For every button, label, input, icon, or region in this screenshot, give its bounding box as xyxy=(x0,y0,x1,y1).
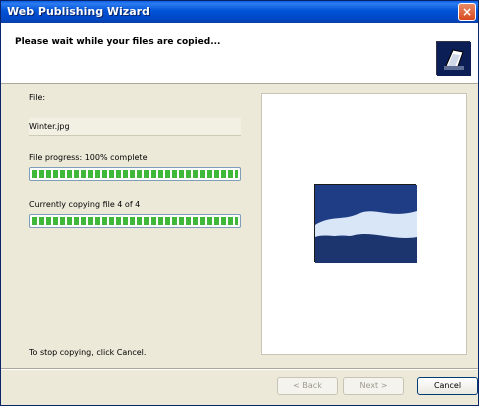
winter-thumbnail xyxy=(314,184,417,263)
cancel-button[interactable]: Cancel xyxy=(417,377,478,395)
file-progress-bar xyxy=(29,167,241,181)
window-title: Web Publishing Wizard xyxy=(7,5,150,18)
title-bar[interactable]: Web Publishing Wizard × xyxy=(1,1,478,23)
header-title: Please wait while your files are copied.… xyxy=(15,37,221,47)
file-label: File: xyxy=(29,93,46,102)
wizard-header: Please wait while your files are copied.… xyxy=(1,23,478,84)
file-value-box: Winter.jpg xyxy=(29,118,241,136)
file-progress-label: File progress: 100% complete xyxy=(29,153,148,162)
file-name: Winter.jpg xyxy=(29,122,70,131)
copy-status-panel: File: Winter.jpg File progress: 100% com… xyxy=(29,93,244,363)
publishing-icon xyxy=(436,41,471,76)
overall-progress-fill xyxy=(32,217,238,225)
close-button[interactable]: × xyxy=(458,3,476,21)
footer-divider xyxy=(1,368,478,370)
web-publishing-wizard-window: Web Publishing Wizard × Please wait whil… xyxy=(0,0,479,406)
overall-progress-bar xyxy=(29,214,241,228)
cancel-hint: To stop copying, click Cancel. xyxy=(29,348,147,357)
image-preview-panel xyxy=(261,93,467,355)
close-icon: × xyxy=(461,5,473,19)
next-button[interactable]: Next > xyxy=(343,377,404,395)
overall-progress-label: Currently copying file 4 of 4 xyxy=(29,200,141,209)
back-button[interactable]: < Back xyxy=(277,377,338,395)
file-progress-fill xyxy=(32,170,238,178)
